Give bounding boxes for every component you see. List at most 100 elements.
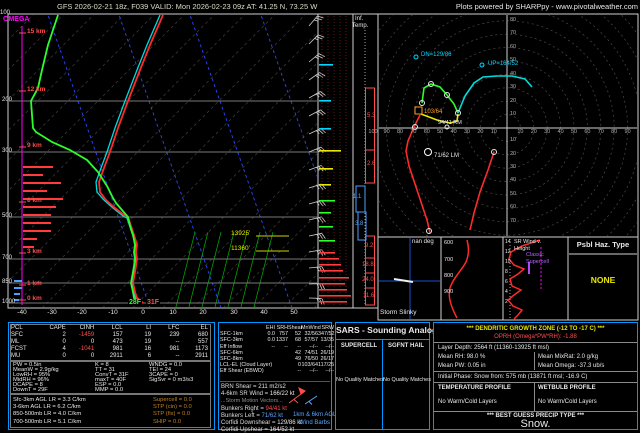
storm-motion-row: Bunkers Right = 94/41 kt bbox=[221, 406, 287, 413]
winter-panel: *** DENDRITIC GROWTH ZONE (-12 TO -17 C)… bbox=[433, 322, 638, 430]
hodograph-rings bbox=[379, 15, 637, 236]
table-header: CAPE bbox=[49, 325, 66, 331]
storm-motion-row: Corfidi Upshear = 164/52 kt bbox=[221, 427, 294, 433]
index-line: SigSvr = 0 m3/s3 bbox=[149, 377, 194, 384]
table-cell: 473 bbox=[112, 338, 123, 345]
omega-axis-label: OMEGA bbox=[3, 16, 30, 23]
hodo-ring-label: 10 bbox=[510, 111, 517, 117]
temp-axis-label: -20 bbox=[77, 309, 87, 316]
hodo-ring-label: 50 bbox=[570, 129, 578, 135]
hodo-ring-label: 100 bbox=[368, 129, 378, 135]
storm-motion-value: 164/52 kt bbox=[267, 427, 295, 433]
hodo-ring-label: 80 bbox=[396, 129, 404, 135]
lapse-rate-list: Sfc-3km AGL LR = 3.3 C/km 3-6km AGL LR = … bbox=[13, 397, 86, 426]
table-row: SFC 2 -1459 157 19 239 680 bbox=[11, 332, 208, 339]
hodo-ring-label: 70 bbox=[410, 129, 417, 135]
divider bbox=[434, 411, 637, 412]
hodograph-markers bbox=[412, 54, 497, 234]
pressure-label: 200 bbox=[2, 97, 13, 103]
hodo-ring-label: 10 bbox=[490, 129, 497, 135]
mean-omega: Mean Omega: -37.3 ub/s bbox=[538, 363, 605, 369]
storm-motion-row: Bunkers Left = 71/62 kt bbox=[221, 413, 283, 420]
sr-wind-height-label: 6 bbox=[505, 279, 508, 285]
pressure-label: 1000 bbox=[2, 299, 16, 305]
temp-profile-header: TEMPERATURE PROFILE bbox=[438, 385, 511, 391]
speed-profile-ticks bbox=[319, 64, 351, 303]
best-guess-value: Snow. bbox=[520, 418, 551, 430]
hodo-ring-label: 30 bbox=[544, 129, 551, 135]
height-label: 0 km bbox=[27, 295, 42, 302]
table-header: CINH bbox=[79, 325, 95, 331]
sr-wind-height-label: 12 bbox=[505, 249, 511, 255]
hodo-ring-label: 20 bbox=[510, 151, 517, 157]
sr46-row: 4-6km SR Wind = 166/22 kt bbox=[221, 391, 295, 398]
storm-slinky-value: nan deg bbox=[412, 239, 434, 245]
table-cell: 4 bbox=[62, 345, 66, 352]
brn-shear-row: BRN Shear = 211 m2/s2 bbox=[221, 384, 286, 391]
hazard-title: Psbl Haz. Type bbox=[576, 240, 630, 249]
hodo-ring-label: 40 bbox=[450, 129, 457, 135]
table-cell: 680 bbox=[197, 331, 208, 338]
hodo-ring-label: 20 bbox=[477, 129, 484, 135]
indices-column-2: K = 8 TT = 31 ConvT = 31F maxT = 40F ESP = 0… bbox=[95, 362, 129, 394]
warm-advection-value: 24.0 bbox=[362, 277, 374, 283]
table-row: ML 0 0 473 19 -- 557 bbox=[11, 339, 208, 346]
sars-panel: SARS - Sounding Analogs SUPERCELL SGFNT … bbox=[335, 322, 442, 430]
table-cell: 239 bbox=[169, 331, 180, 338]
hodo-ring-label: 40 bbox=[557, 129, 564, 135]
table-cell: 0 bbox=[62, 352, 66, 359]
temp-axis-label: -40 bbox=[17, 309, 27, 316]
table-cell: FCST bbox=[11, 345, 27, 352]
sr-wind-height-label: 4 bbox=[505, 289, 508, 295]
hodo-ring-label: 20 bbox=[530, 129, 537, 135]
barb-caption-1: 1km & 6km AGL bbox=[293, 412, 337, 418]
hodo-ring-label: 30 bbox=[510, 164, 517, 170]
index-line: STP (cin) = 0.0 bbox=[153, 404, 192, 411]
temp-axis-label: 20 bbox=[199, 309, 207, 316]
hodo-ring-label: 60 bbox=[510, 44, 517, 50]
hodo-ring-label: 80 bbox=[510, 17, 517, 23]
storm-motion-label: Corfidi Downshear = bbox=[221, 420, 276, 426]
table-row: MU 0 0 2911 6 -- 2911 bbox=[11, 353, 208, 360]
wetbulb-profile-header: WETBULB PROFILE bbox=[538, 385, 596, 391]
temp-axis-label: -30 bbox=[47, 309, 57, 316]
table-header: PCL bbox=[11, 325, 23, 331]
dewpoint-curve bbox=[30, 14, 139, 304]
hazard-value: NONE bbox=[590, 275, 616, 285]
brn-shear-value: 211 m2/s2 bbox=[258, 384, 286, 390]
table-cell bbox=[275, 368, 288, 374]
table-cell: 1173 bbox=[195, 345, 208, 352]
divider bbox=[220, 381, 330, 382]
table-cell: 0 bbox=[90, 338, 95, 345]
index-line: STP (fix) = 0.0 bbox=[153, 411, 191, 418]
sars-title: SARS - Sounding Analogs bbox=[336, 325, 442, 335]
cold-advection-value: 1.1 bbox=[353, 194, 362, 200]
table-cell: 557 bbox=[197, 338, 208, 345]
parcel-table-box: PCL CAPE CINH LCL LI LFC EL SFC 2 -1459 157 19 239 68… bbox=[10, 324, 211, 361]
right-mover-label: 94/41 RM bbox=[438, 120, 462, 126]
warm-advection-value: 18.8 bbox=[362, 262, 374, 268]
sars-supercell-body: No Quality Matches bbox=[336, 377, 384, 383]
lapse-rate-box: Sfc-3km AGL LR = 3.3 C/km 3-6km AGL LR = … bbox=[10, 394, 211, 428]
table-cell: 13/35 bbox=[320, 337, 335, 344]
hodo-ring-label: 90 bbox=[624, 129, 631, 135]
table-cell: 6 bbox=[147, 352, 152, 359]
table-cell: Eff Shear (EBWD) bbox=[220, 368, 264, 375]
theta-e-pressure-label: 600 bbox=[444, 240, 454, 246]
warm-advection-value: 9.2 bbox=[365, 243, 374, 249]
divider bbox=[382, 339, 383, 429]
table-cell: MU bbox=[11, 352, 21, 359]
oprh-value: OPRH (Omega*PW*RH): -1.88 bbox=[494, 334, 577, 340]
storm-slinky-title: Storm Slinky bbox=[380, 309, 417, 316]
dgz-bottom-label: 11360' bbox=[231, 245, 250, 252]
table-cell: 2911 bbox=[195, 352, 208, 359]
dgz-title: *** DENDRITIC GROWTH ZONE (-12 TO -17 C)… bbox=[466, 326, 605, 332]
temp-axis-label: -10 bbox=[108, 309, 118, 316]
inf-temp-label-1: Inf. bbox=[355, 16, 364, 22]
pressure-gridlines bbox=[9, 100, 317, 304]
table-cell: -- bbox=[175, 352, 180, 359]
barb-caption-2: Wind Barbs bbox=[299, 420, 331, 426]
hodograph-axes bbox=[379, 15, 637, 236]
layer-depth: Layer Depth: 2564 ft (11360-13925 ft msl… bbox=[438, 345, 549, 351]
severe-indices-list: Supercell = 0.0 STP (cin) = 0.0 STP (fix) … bbox=[153, 397, 192, 426]
